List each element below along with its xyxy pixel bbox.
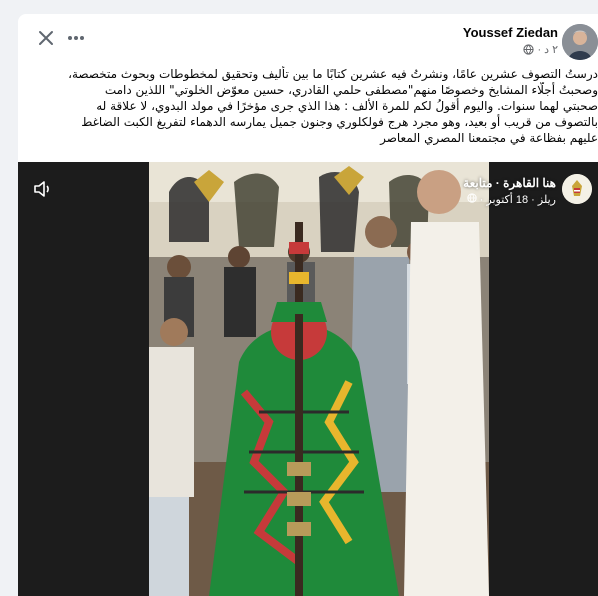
post-text-line: صحبتي لهما سنوات. واليوم أقولُ لكم للمرة… [96, 99, 598, 113]
shared-reel-video[interactable]: هنا القاهرة · متابعة ريلز · 18 أكتوبر · [18, 162, 598, 596]
post-body-text: درستُ التصوف عشرين عامًا، ونشرتُ فيه عشر… [18, 66, 598, 146]
post-author[interactable]: Youssef Ziedan [463, 25, 558, 40]
post-time[interactable]: ٢ د [544, 43, 558, 56]
close-icon[interactable] [34, 26, 58, 50]
post-header: Youssef Ziedan ٢ د · [18, 14, 598, 60]
page-name[interactable]: هنا القاهرة · متابعة [463, 176, 556, 190]
reel-meta: ريلز · 18 أكتوبر · [466, 193, 556, 206]
globe-icon [523, 44, 535, 55]
post-text-line: درستُ التصوف عشرين عامًا، ونشرتُ فيه عشر… [68, 67, 598, 81]
video-frame [149, 162, 489, 596]
dot-separator: · [537, 43, 542, 56]
globe-icon [466, 193, 477, 203]
post-text-line: وصحبتُ أجلّاء المشايخ وخصوصًا منهم"مصطفى… [104, 83, 598, 97]
page-avatar[interactable] [562, 174, 592, 204]
post-text-line: عليهم بفظاعة في مجتمعنا المصري المعاصر [380, 131, 598, 145]
post-meta: ٢ د · [523, 43, 558, 56]
post-text-line: بالتصوف من قريب أو بعيد، وهو مجرد هرج فو… [81, 115, 598, 129]
more-options-icon[interactable] [64, 26, 88, 50]
author-avatar[interactable] [562, 24, 598, 60]
post-card: Youssef Ziedan ٢ د · درستُ التصوف عشرين … [18, 14, 598, 596]
reel-date: ريلز · 18 أكتوبر · [479, 194, 556, 206]
speaker-muted-icon[interactable] [32, 178, 54, 200]
